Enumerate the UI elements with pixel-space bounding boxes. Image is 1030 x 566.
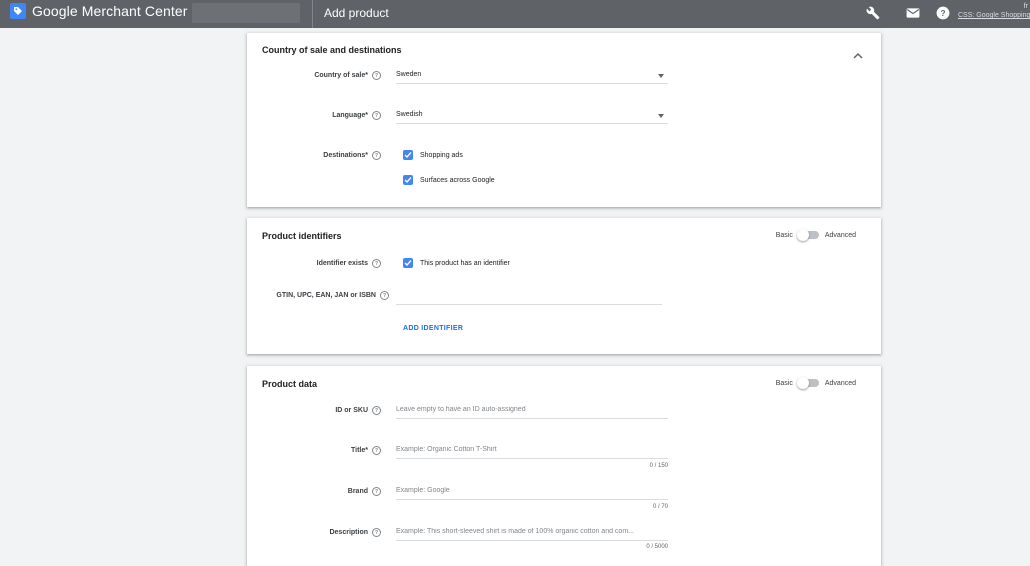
country-select[interactable]: Sweden bbox=[396, 69, 668, 84]
placeholder-text: Example: Google bbox=[396, 487, 450, 494]
toggle-advanced-label: Advanced bbox=[824, 379, 856, 387]
help-circle-icon[interactable]: ? bbox=[372, 528, 381, 537]
brand-label: Brand? bbox=[348, 487, 381, 496]
page-title: Add product bbox=[324, 6, 389, 20]
label-text: Brand bbox=[347, 488, 368, 495]
language-select[interactable]: Swedish bbox=[396, 109, 668, 124]
account-link[interactable]: CSS: Google Shopping bbox=[958, 11, 1030, 20]
gtin-input[interactable] bbox=[396, 290, 662, 305]
description-input[interactable]: Example: This short-sleeved shirt is mad… bbox=[396, 526, 668, 541]
help-circle-icon[interactable]: ? bbox=[372, 151, 381, 160]
label-text: Identifier exists bbox=[316, 260, 368, 267]
toggle-basic-label: Basic bbox=[775, 379, 793, 387]
checkbox-checked-icon[interactable] bbox=[403, 258, 413, 268]
label-text: Destinations* bbox=[323, 152, 368, 159]
top-app-bar: Google Merchant Center Add product ? fr … bbox=[0, 0, 1030, 28]
label-text: ID or SKU bbox=[335, 407, 368, 414]
checkbox-checked-icon[interactable] bbox=[403, 175, 413, 185]
chevron-up-icon[interactable] bbox=[853, 46, 863, 64]
help-icon[interactable]: ? bbox=[934, 4, 952, 22]
description-char-counter: 0 / 5000 bbox=[646, 544, 668, 550]
id-sku-label: ID or SKU? bbox=[335, 406, 381, 415]
account-line: fr bbox=[1023, 3, 1028, 10]
header-divider bbox=[312, 0, 313, 28]
toggle-switch[interactable] bbox=[796, 377, 819, 389]
help-circle-icon[interactable]: ? bbox=[372, 259, 381, 268]
option-label: Shopping ads bbox=[420, 151, 463, 159]
basic-advanced-toggle[interactable]: Basic Advanced bbox=[775, 229, 856, 241]
language-value: Swedish bbox=[396, 111, 423, 118]
product-identifiers-card: Product identifiers Basic Advanced Ident… bbox=[247, 218, 881, 354]
toggle-knob bbox=[796, 377, 809, 389]
toggle-basic-label: Basic bbox=[775, 231, 793, 239]
mail-icon[interactable] bbox=[904, 4, 922, 22]
help-circle-icon[interactable]: ? bbox=[372, 406, 381, 415]
dropdown-arrow-icon bbox=[658, 114, 664, 118]
destinations-label: Destinations*? bbox=[323, 151, 381, 160]
id-sku-input[interactable]: Leave empty to have an ID auto-assigned bbox=[396, 404, 668, 419]
title-input[interactable]: Example: Organic Cotton T-Shirt bbox=[396, 444, 668, 459]
toggle-knob bbox=[796, 229, 809, 241]
card-title: Product data bbox=[262, 379, 318, 389]
account-name-redacted bbox=[192, 3, 300, 23]
tag-logo-icon bbox=[10, 3, 26, 19]
product-data-card: Product data Basic Advanced ID or SKU? L… bbox=[247, 366, 881, 566]
label-text: Description bbox=[329, 529, 368, 536]
country-value: Sweden bbox=[396, 71, 422, 78]
placeholder-text: Example: This short-sleeved shirt is mad… bbox=[396, 528, 634, 535]
card-title: Country of sale and destinations bbox=[262, 45, 402, 55]
gtin-label: GTIN, UPC, EAN, JAN or ISBN? bbox=[276, 291, 389, 300]
identifier-exists-label: Identifier exists? bbox=[317, 259, 381, 268]
help-circle-icon[interactable]: ? bbox=[372, 71, 381, 80]
brand-input[interactable]: Example: Google bbox=[396, 485, 668, 500]
account-info[interactable]: fr CSS: Google Shopping bbox=[958, 2, 1030, 20]
title-label: Title*? bbox=[351, 446, 381, 455]
option-label: This product has an identifier bbox=[420, 259, 510, 267]
identifier-exists-checkbox[interactable]: This product has an identifier bbox=[403, 258, 510, 268]
brand-char-counter: 0 / 70 bbox=[652, 504, 668, 510]
placeholder-text: Leave empty to have an ID auto-assigned bbox=[396, 406, 526, 413]
language-label: Language*? bbox=[332, 111, 381, 120]
help-circle-icon[interactable]: ? bbox=[372, 111, 381, 120]
app-title: Google Merchant Center bbox=[32, 3, 188, 19]
country-of-sale-label: Country of sale*? bbox=[314, 71, 381, 80]
add-identifier-button[interactable]: ADD IDENTIFIER bbox=[403, 325, 463, 332]
basic-advanced-toggle[interactable]: Basic Advanced bbox=[775, 377, 856, 389]
label-text: Language* bbox=[332, 112, 368, 119]
help-circle-icon[interactable]: ? bbox=[372, 446, 381, 455]
toggle-switch[interactable] bbox=[796, 229, 819, 241]
destination-shopping-ads[interactable]: Shopping ads bbox=[403, 150, 463, 160]
label-text: GTIN, UPC, EAN, JAN or ISBN bbox=[276, 292, 376, 299]
label-text: Country of sale* bbox=[314, 72, 368, 79]
country-destinations-card: Country of sale and destinations Country… bbox=[247, 33, 881, 207]
label-text: Title* bbox=[351, 447, 368, 454]
wrench-icon[interactable] bbox=[864, 4, 882, 22]
placeholder-text: Example: Organic Cotton T-Shirt bbox=[396, 446, 497, 453]
help-circle-icon[interactable]: ? bbox=[380, 291, 389, 300]
svg-text:?: ? bbox=[941, 9, 946, 18]
destination-surfaces[interactable]: Surfaces across Google bbox=[403, 175, 495, 185]
title-char-counter: 0 / 150 bbox=[649, 463, 668, 469]
description-label: Description? bbox=[329, 528, 381, 537]
card-title: Product identifiers bbox=[262, 231, 342, 241]
dropdown-arrow-icon bbox=[658, 74, 664, 78]
toggle-advanced-label: Advanced bbox=[824, 231, 856, 239]
app-logo[interactable]: Google Merchant Center bbox=[10, 3, 188, 19]
help-circle-icon[interactable]: ? bbox=[372, 487, 381, 496]
option-label: Surfaces across Google bbox=[420, 176, 495, 184]
checkbox-checked-icon[interactable] bbox=[403, 150, 413, 160]
